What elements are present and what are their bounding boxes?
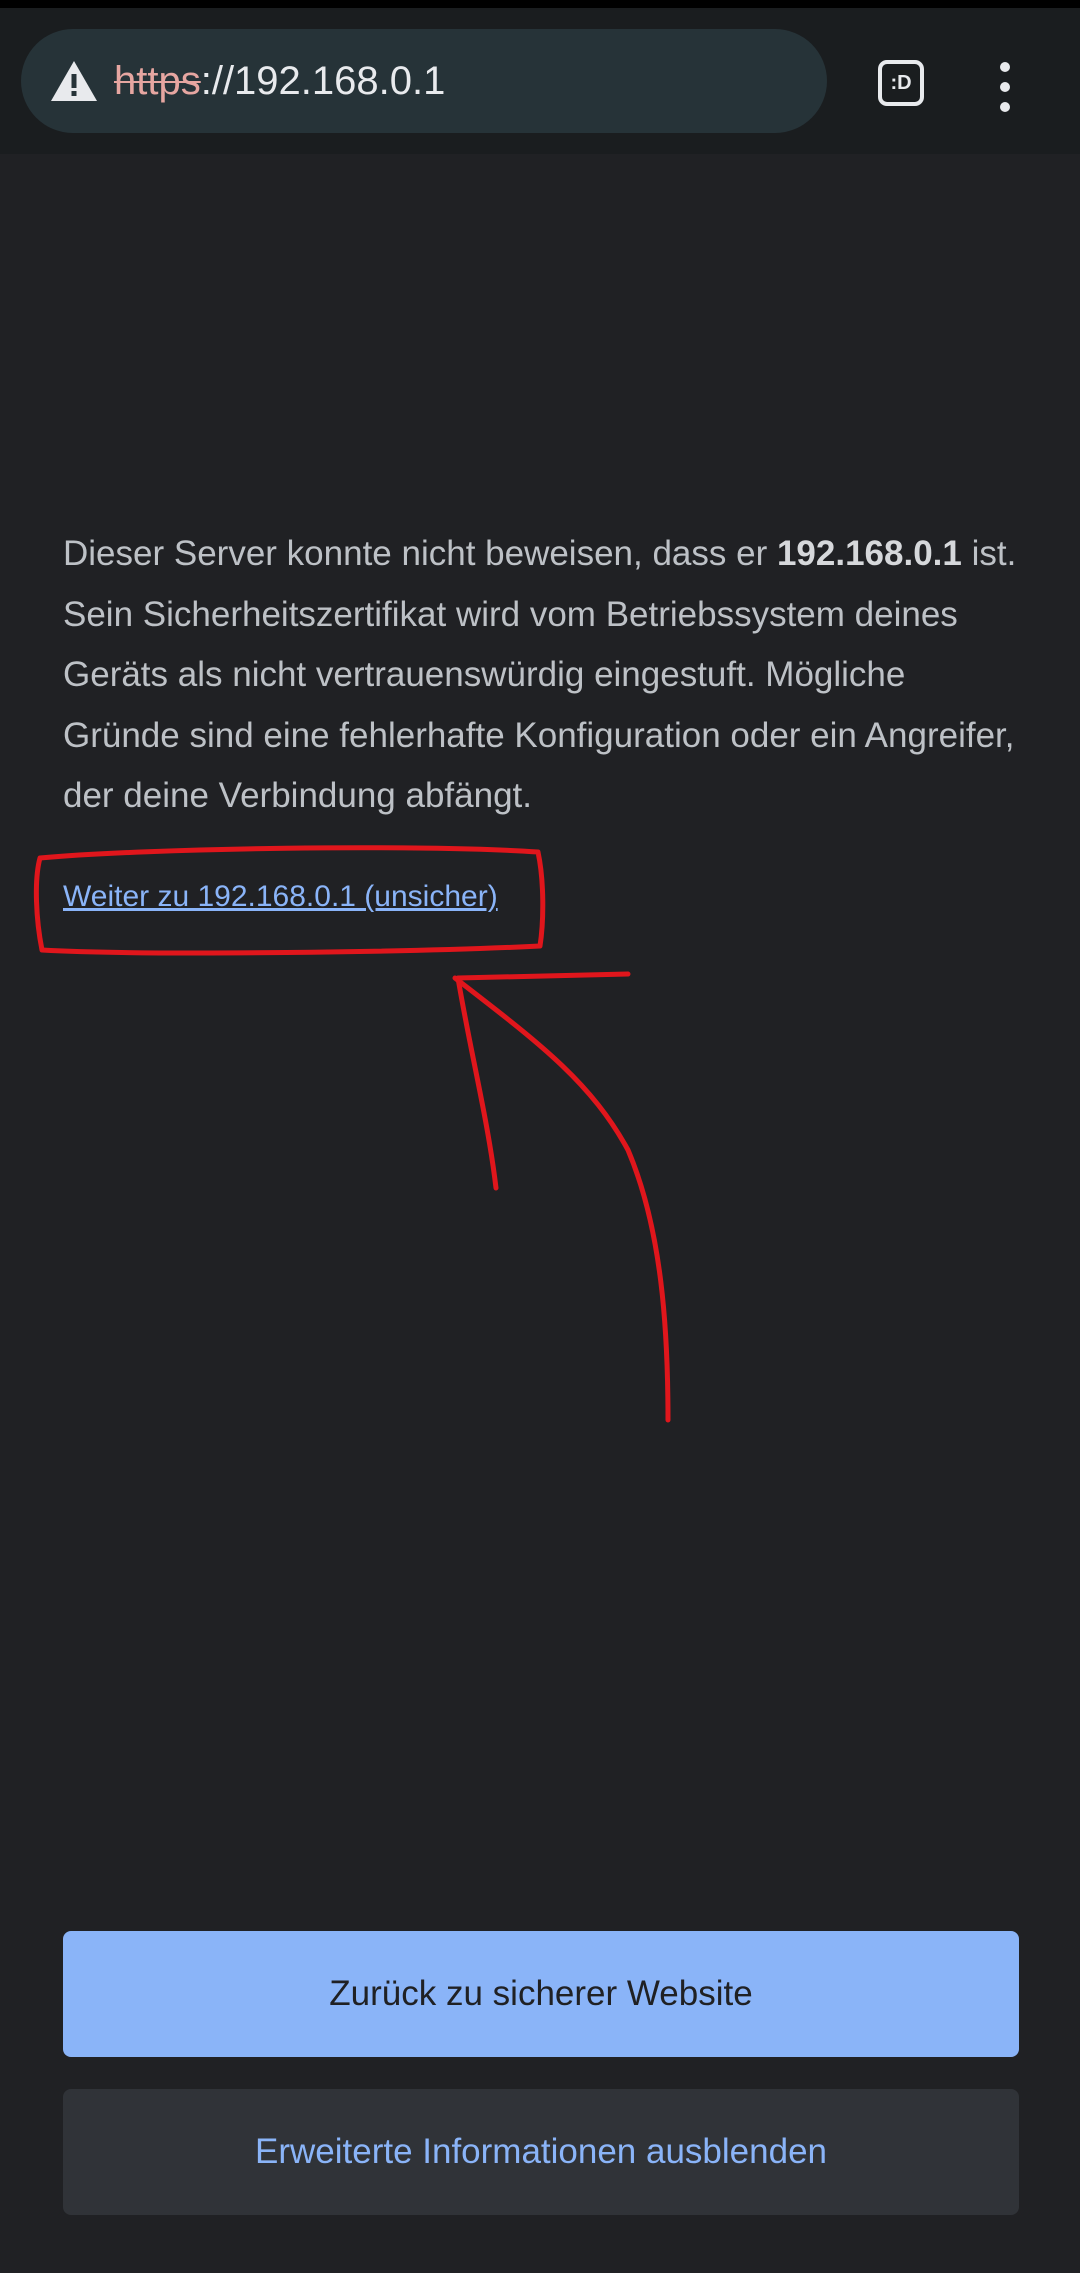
annotation-arrow-head [455,971,631,1191]
url-host: ://192.168.0.1 [200,59,446,103]
security-warning-text: Dieser Server konnte nicht beweisen, das… [63,524,1023,827]
warning-text-start: Dieser Server konnte nicht beweisen, das… [63,534,777,573]
more-vert-icon[interactable] [986,62,1026,112]
warning-text-end: ist. Sein Sicherheitszertifikat wird vom… [63,534,1017,815]
tab-switcher-button[interactable]: :D [878,60,924,106]
url-text[interactable]: https://192.168.0.1 [114,55,445,107]
hide-advanced-button[interactable]: Erweiterte Informationen ausblenden [63,2089,1019,2215]
back-to-safety-button[interactable]: Zurück zu sicherer Website [63,1931,1019,2057]
annotation-arrow-curve [452,975,671,1423]
warning-host: 192.168.0.1 [776,534,962,573]
address-bar[interactable]: https://192.168.0.1 [21,29,827,133]
status-bar [0,0,1080,8]
proceed-unsafe-link[interactable]: Weiter zu 192.168.0.1 (unsicher) [63,872,498,922]
url-scheme: https [114,59,201,103]
warning-triangle-icon[interactable] [49,59,99,103]
browser-toolbar: https://192.168.0.1 :D [0,8,1080,154]
